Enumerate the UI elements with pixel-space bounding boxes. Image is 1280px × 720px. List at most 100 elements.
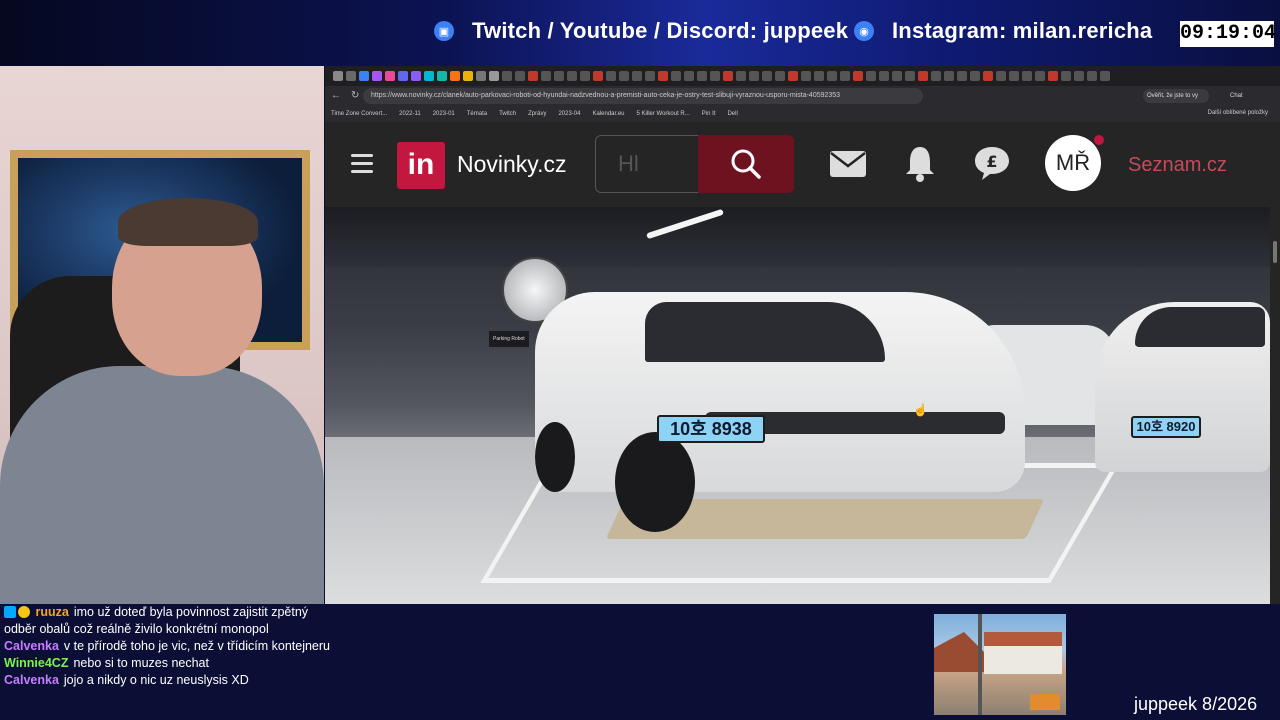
novinky-logo-mark[interactable]: in <box>397 142 445 189</box>
chat-message: Calvenka v te přírodě toho je vic, než v … <box>0 638 330 655</box>
bookmark-item[interactable]: Twitch <box>499 111 516 117</box>
browser-tab[interactable] <box>333 71 343 81</box>
article-hero-photo: Parking Robot 10호 8938 10호 8920 ☝ <box>325 207 1270 604</box>
browser-tab[interactable] <box>879 71 889 81</box>
browser-tab[interactable] <box>723 71 733 81</box>
browser-tab[interactable] <box>1009 71 1019 81</box>
browser-tab[interactable] <box>463 71 473 81</box>
bookmark-item[interactable]: Dell <box>727 111 737 117</box>
browser-tab[interactable] <box>528 71 538 81</box>
browser-tab[interactable] <box>827 71 837 81</box>
cam2-pole <box>978 614 982 715</box>
browser-tab[interactable] <box>372 71 382 81</box>
browser-tab[interactable] <box>866 71 876 81</box>
browser-tab[interactable] <box>970 71 980 81</box>
novinky-logo-text[interactable]: Novinky.cz <box>457 151 567 178</box>
lide-chat-icon[interactable]: £ <box>973 144 1011 182</box>
browser-tab[interactable] <box>697 71 707 81</box>
browser-tab[interactable] <box>905 71 915 81</box>
copilot-chat-button[interactable]: Chat <box>1230 89 1243 103</box>
browser-tab[interactable] <box>437 71 447 81</box>
browser-tab[interactable] <box>567 71 577 81</box>
back-icon[interactable]: ← <box>331 90 341 101</box>
reload-icon[interactable]: ↻ <box>351 90 359 101</box>
browser-window: ← ↻ https://www.novinky.cz/clanek/auto-p… <box>325 66 1280 604</box>
chat-message: Winnie4CZ nebo si to muzes nechat <box>0 655 330 672</box>
url-field[interactable]: https://www.novinky.cz/clanek/auto-parko… <box>363 88 923 104</box>
browser-tab[interactable] <box>541 71 551 81</box>
browser-tab[interactable] <box>346 71 356 81</box>
browser-tab[interactable] <box>1061 71 1071 81</box>
bookmark-item[interactable]: 2023-04 <box>558 111 580 117</box>
browser-tab[interactable] <box>593 71 603 81</box>
chat-text: jojo a nikdy o nic uz neuslysis XD <box>63 673 249 687</box>
browser-tab[interactable] <box>580 71 590 81</box>
search-input[interactable]: Hl <box>595 135 699 193</box>
browser-tab[interactable] <box>788 71 798 81</box>
user-avatar[interactable]: MŘ <box>1045 135 1101 191</box>
browser-tab[interactable] <box>398 71 408 81</box>
browser-tab[interactable] <box>983 71 993 81</box>
browser-tab[interactable] <box>554 71 564 81</box>
mail-icon[interactable] <box>829 150 867 178</box>
browser-tab[interactable] <box>710 71 720 81</box>
streamer-body <box>0 366 324 604</box>
browser-tab[interactable] <box>840 71 850 81</box>
browser-tab[interactable] <box>632 71 642 81</box>
scrollbar-thumb[interactable] <box>1273 241 1277 263</box>
browser-tab[interactable] <box>489 71 499 81</box>
browser-tab[interactable] <box>1035 71 1045 81</box>
bookmark-item[interactable]: Time Zone Convert... <box>331 111 387 117</box>
chat-username: Calvenka <box>4 639 59 653</box>
search-button[interactable] <box>698 135 794 193</box>
other-bookmarks[interactable]: Další oblíbené položky <box>1208 110 1268 116</box>
browser-tab[interactable] <box>1048 71 1058 81</box>
browser-tab[interactable] <box>515 71 525 81</box>
bookmark-item[interactable]: 2022-11 <box>399 111 421 117</box>
browser-tab[interactable] <box>385 71 395 81</box>
browser-tab[interactable] <box>684 71 694 81</box>
bell-icon[interactable] <box>905 144 935 182</box>
bookmark-item[interactable]: Témata <box>467 111 487 117</box>
browser-tab[interactable] <box>749 71 759 81</box>
bookmark-item[interactable]: Kalendar.eu <box>592 111 624 117</box>
browser-tab[interactable] <box>450 71 460 81</box>
browser-tab[interactable] <box>476 71 486 81</box>
browser-tab[interactable] <box>775 71 785 81</box>
browser-tab[interactable] <box>658 71 668 81</box>
browser-tab[interactable] <box>1100 71 1110 81</box>
bookmark-item[interactable]: Pin It <box>702 111 716 117</box>
browser-tab[interactable] <box>424 71 434 81</box>
browser-tab[interactable] <box>1087 71 1097 81</box>
browser-tab[interactable] <box>801 71 811 81</box>
browser-tab[interactable] <box>645 71 655 81</box>
browser-tab[interactable] <box>918 71 928 81</box>
sub-badge-icon <box>4 606 16 618</box>
browser-tab[interactable] <box>853 71 863 81</box>
browser-tab[interactable] <box>814 71 824 81</box>
browser-tab[interactable] <box>1022 71 1032 81</box>
profile-verify-button[interactable]: Ověřit, že jste to vy <box>1143 89 1209 103</box>
browser-tab[interactable] <box>892 71 902 81</box>
browser-tab[interactable] <box>944 71 954 81</box>
browser-tab[interactable] <box>957 71 967 81</box>
browser-tab[interactable] <box>1074 71 1084 81</box>
bookmark-item[interactable]: Zprávy <box>528 111 546 117</box>
browser-tab[interactable] <box>931 71 941 81</box>
seznam-link[interactable]: Seznam.cz <box>1128 154 1227 177</box>
browser-tab[interactable] <box>411 71 421 81</box>
browser-tab[interactable] <box>736 71 746 81</box>
browser-tab[interactable] <box>606 71 616 81</box>
tab-strip[interactable] <box>325 66 1280 86</box>
page-scrollbar[interactable] <box>1270 207 1280 604</box>
bookmark-item[interactable]: 5 Killer Workout R... <box>637 111 690 117</box>
browser-tab[interactable] <box>762 71 772 81</box>
bookmark-item[interactable]: 2023-01 <box>433 111 455 117</box>
browser-tab[interactable] <box>359 71 369 81</box>
bookmarks-bar: Time Zone Convert... 2022-11 2023-01 Tém… <box>325 106 1280 122</box>
browser-tab[interactable] <box>619 71 629 81</box>
menu-icon[interactable] <box>351 154 373 173</box>
browser-tab[interactable] <box>502 71 512 81</box>
browser-tab[interactable] <box>671 71 681 81</box>
browser-tab[interactable] <box>996 71 1006 81</box>
